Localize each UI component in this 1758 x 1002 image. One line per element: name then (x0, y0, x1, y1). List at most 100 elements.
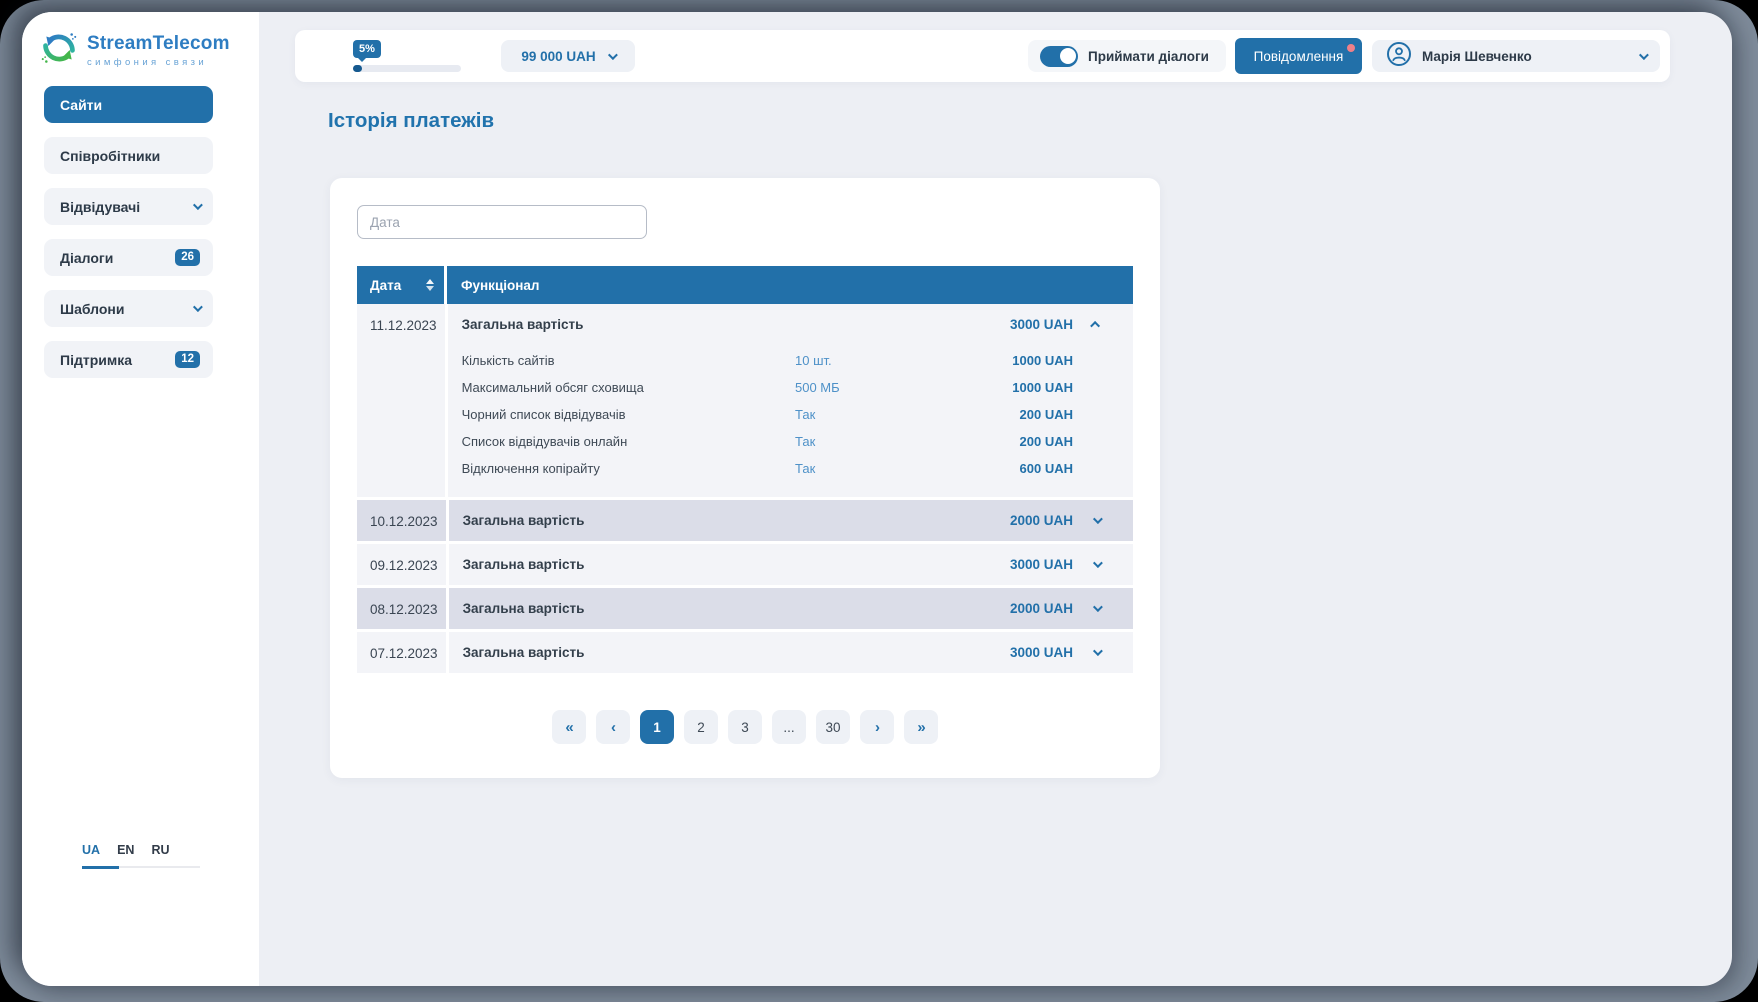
row-total-amount: 3000 UAH (813, 317, 1073, 332)
row-total-line[interactable]: Загальна вартість3000 UAH (448, 304, 1133, 345)
payments-table: Дата Функціонал 11.12.2023Загальна варті… (357, 266, 1133, 673)
device-frame: StreamTelecom симфония связи Сайти Співро… (0, 0, 1758, 1002)
row-date: 10.12.2023 (357, 500, 449, 541)
row-total-amount: 3000 UAH (813, 557, 1073, 572)
row-expand-chevron[interactable] (1073, 605, 1119, 612)
row-total-line[interactable]: Загальна вартість2000 UAH (449, 500, 1133, 541)
chevron-down-icon (608, 50, 618, 60)
pagination-first[interactable]: « (552, 710, 586, 744)
pagination: « ‹ 123... 30 › » (357, 710, 1133, 744)
table-row: 11.12.2023Загальна вартість3000 UAHКільк… (357, 304, 1133, 497)
row-total-line[interactable]: Загальна вартість2000 UAH (449, 588, 1133, 629)
pagination-prev[interactable]: ‹ (596, 710, 630, 744)
pagination-last[interactable]: » (904, 710, 938, 744)
sidebar-item-templates[interactable]: Шаблони (44, 290, 213, 327)
streamtelecom-logo-icon (40, 29, 78, 72)
sidebar: StreamTelecom симфония связи Сайти Співро… (22, 12, 259, 986)
detail-label: Максимальний обсяг сховища (462, 380, 795, 395)
row-total-label: Загальна вартість (462, 317, 813, 332)
brand-name: StreamTelecom (87, 33, 230, 55)
balance-amount: 99 000 UAH (521, 49, 595, 64)
sidebar-nav: Сайти Співробітники Відвідувачі Діалоги26 Ша… (22, 72, 259, 378)
row-total-label: Загальна вартість (463, 557, 813, 572)
detail-label: Відключення копірайту (462, 461, 795, 476)
row-date: 09.12.2023 (357, 544, 449, 585)
unread-dot (1347, 44, 1355, 52)
sidebar-item-dialogs[interactable]: Діалоги26 (44, 239, 213, 276)
table-body: 11.12.2023Загальна вартість3000 UAHКільк… (357, 304, 1133, 673)
pagination-next[interactable]: › (860, 710, 894, 744)
row-total-amount: 2000 UAH (813, 601, 1073, 616)
row-expand-chevron[interactable] (1073, 517, 1119, 524)
pagination-page-1[interactable]: 1 (640, 710, 674, 744)
row-total-label: Загальна вартість (463, 601, 813, 616)
chevron-down-icon (193, 200, 203, 210)
brand-tagline: симфония связи (87, 57, 230, 68)
payments-card: Дата Функціонал 11.12.2023Загальна варті… (330, 178, 1160, 778)
row-date: 07.12.2023 (357, 632, 449, 673)
date-filter-input[interactable] (357, 205, 647, 239)
detail-amount: 600 UAH (963, 461, 1073, 476)
user-name: Марія Шевченко (1422, 49, 1532, 64)
language-en[interactable]: EN (117, 843, 134, 857)
language-ru[interactable]: RU (151, 843, 169, 857)
row-total-line[interactable]: Загальна вартість3000 UAH (449, 632, 1133, 673)
app-window: StreamTelecom симфония связи Сайти Співро… (22, 12, 1732, 986)
sidebar-item-label: Сайти (60, 97, 200, 113)
detail-label: Список відвідувачів онлайн (462, 434, 795, 449)
row-content: Загальна вартість2000 UAH (449, 588, 1133, 629)
column-header-functional: Функціонал (447, 266, 1133, 304)
table-row: 10.12.2023Загальна вартість2000 UAH (357, 497, 1133, 541)
detail-value: Так (795, 434, 963, 449)
progress-percent-tooltip: 5% (353, 40, 381, 58)
accept-dialogs-label: Приймати діалоги (1088, 49, 1209, 64)
language-row: UA EN RU (82, 843, 202, 857)
chevron-up-icon (1090, 321, 1100, 331)
table-row: 07.12.2023Загальна вартість3000 UAH (357, 629, 1133, 673)
row-expand-chevron[interactable] (1073, 561, 1119, 568)
count-badge: 12 (175, 351, 200, 369)
pagination-ellipsis: ... (772, 710, 806, 744)
chevron-down-icon (1092, 646, 1102, 656)
sidebar-item-employees[interactable]: Співробітники (44, 137, 213, 174)
sidebar-item-sites[interactable]: Сайти (44, 86, 213, 123)
row-total-label: Загальна вартість (463, 513, 813, 528)
column-header-date[interactable]: Дата (357, 266, 447, 304)
sidebar-item-support[interactable]: Підтримка12 (44, 341, 213, 378)
sidebar-item-visitors[interactable]: Відвідувачі (44, 188, 213, 225)
row-detail-line: Максимальний обсяг сховища500 МБ1000 UAH (462, 374, 1119, 401)
row-content: Загальна вартість2000 UAH (449, 500, 1133, 541)
row-detail-line: Список відвідувачів онлайнТак200 UAH (462, 428, 1119, 455)
notifications-button[interactable]: Повідомлення (1235, 38, 1362, 74)
detail-value: 10 шт. (795, 353, 963, 368)
row-total-line[interactable]: Загальна вартість3000 UAH (449, 544, 1133, 585)
sidebar-item-label: Відвідувачі (60, 199, 193, 215)
pagination-page-2[interactable]: 2 (684, 710, 718, 744)
detail-amount: 200 UAH (963, 434, 1073, 449)
balance-dropdown[interactable]: 99 000 UAH (501, 40, 635, 72)
accept-dialogs-toggle[interactable] (1040, 46, 1078, 67)
row-details: Кількість сайтів10 шт.1000 UAHМаксимальн… (448, 345, 1133, 497)
detail-value: Так (795, 407, 963, 422)
pagination-page-3[interactable]: 3 (728, 710, 762, 744)
row-expand-chevron[interactable] (1073, 321, 1119, 328)
detail-value: Так (795, 461, 963, 476)
user-menu[interactable]: Марія Шевченко (1372, 40, 1660, 72)
count-badge: 26 (175, 249, 200, 267)
chevron-down-icon (1092, 602, 1102, 612)
chevron-down-icon (1639, 50, 1649, 60)
detail-amount: 1000 UAH (963, 353, 1073, 368)
logo: StreamTelecom симфония связи (22, 12, 259, 72)
language-ua[interactable]: UA (82, 843, 100, 857)
row-total-amount: 2000 UAH (813, 513, 1073, 528)
row-date: 08.12.2023 (357, 588, 449, 629)
pagination-page-30[interactable]: 30 (816, 710, 850, 744)
column-date-label: Дата (370, 278, 401, 293)
row-total-amount: 3000 UAH (813, 645, 1073, 660)
balance-progress: 5% (353, 40, 465, 72)
sort-icon (426, 279, 434, 292)
detail-label: Чорний список відвідувачів (462, 407, 795, 422)
row-detail-line: Кількість сайтів10 шт.1000 UAH (462, 347, 1119, 374)
detail-amount: 1000 UAH (963, 380, 1073, 395)
row-expand-chevron[interactable] (1073, 649, 1119, 656)
